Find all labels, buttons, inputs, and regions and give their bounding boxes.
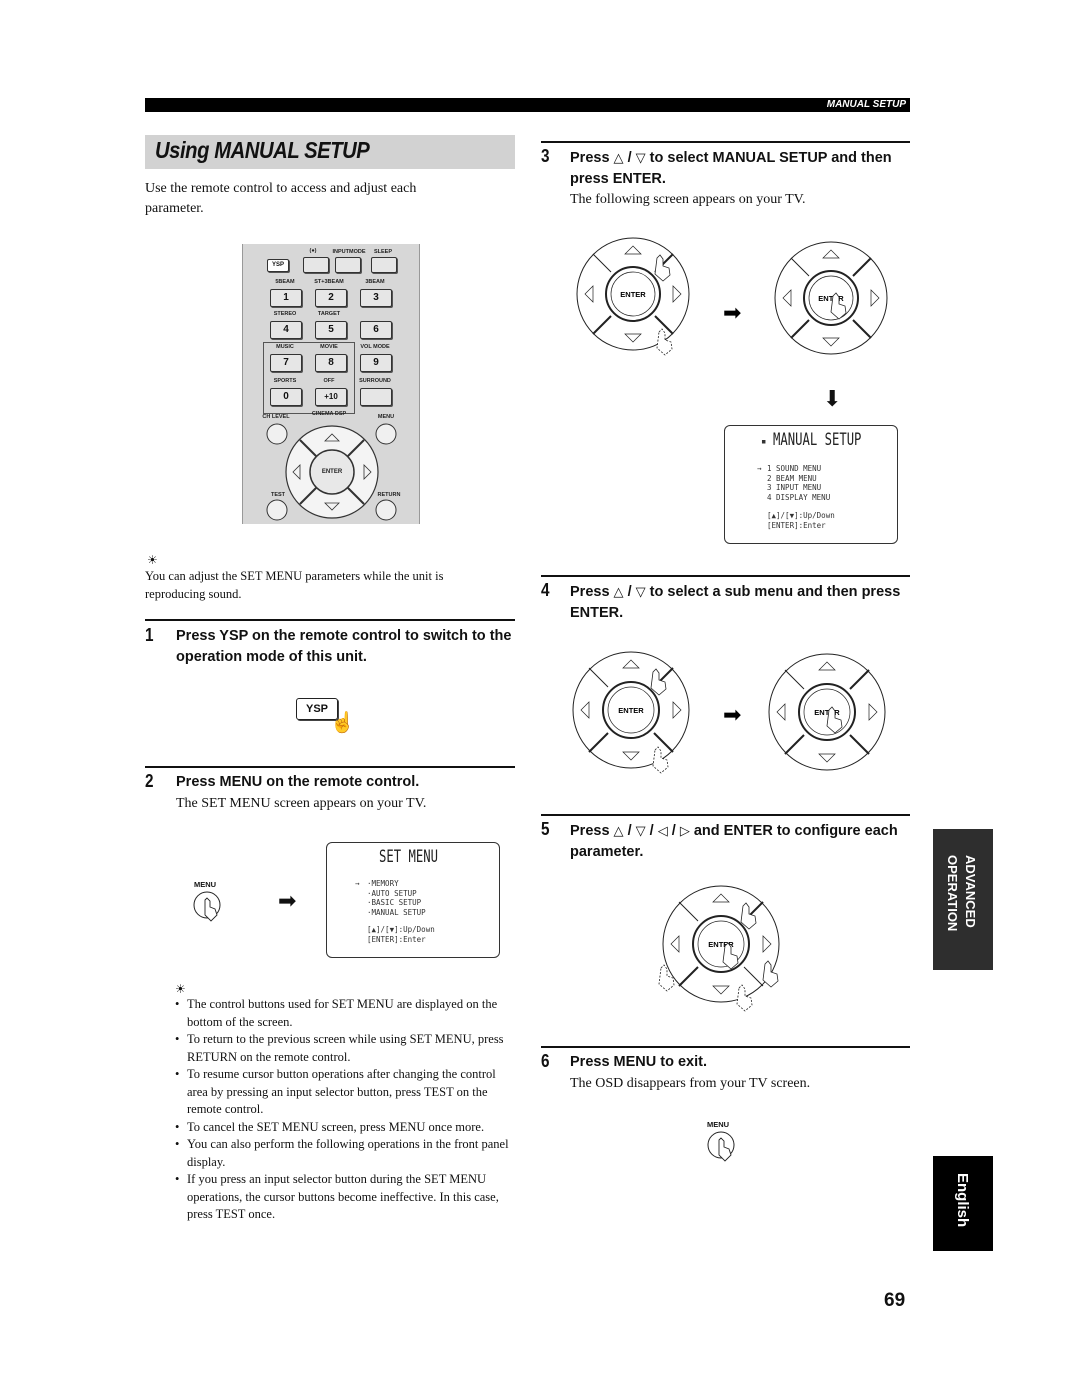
step6-rule <box>541 1046 910 1048</box>
step2-body: The SET MENU screen appears on your TV. <box>176 796 427 811</box>
set-menu-help: [▲]/[▼]:Up/Down <box>367 925 435 934</box>
page-number: 69 <box>884 1290 906 1311</box>
manual-setup-item: 2 BEAM MENU <box>767 473 817 483</box>
arrow-down-icon: ⬇ <box>823 386 842 411</box>
set-menu-osd-title: SET MENU <box>379 847 438 867</box>
step4-heading: Press △ / ▽ to select a sub menu and the… <box>570 581 910 624</box>
enter-label: ENTER <box>620 290 646 299</box>
step5-number: 5 <box>541 819 550 839</box>
step3-dpad-illustration: ENTER ➡ ENTER <box>576 237 888 356</box>
hand-pointer-icon <box>762 960 779 988</box>
side-tab-english[interactable]: English <box>933 1156 993 1251</box>
arrow-right-icon: ➡ <box>723 702 741 727</box>
manual-setup-help: [▲]/[▼]:Up/Down <box>767 511 835 520</box>
step3-heading: Press △ / ▽ to select MANUAL SETUP and t… <box>570 147 910 190</box>
svg-text:ENTER: ENTER <box>818 294 844 303</box>
hand-pointer-icon: ☝ <box>330 712 355 734</box>
tip-icon: ☀ <box>175 982 186 996</box>
set-menu-item: ·AUTO SETUP <box>367 888 417 898</box>
step3-number: 3 <box>541 146 550 166</box>
step6-body: The OSD disappears from your TV screen. <box>570 1076 811 1091</box>
heading-text: Press <box>570 150 610 166</box>
tip2-bullet: If you press an input selector button du… <box>175 1171 515 1224</box>
heading-text: Press <box>570 823 610 839</box>
step4-dpad-illustration: ENTER ➡ ENTER <box>572 651 886 774</box>
tip2-list: The control buttons used for SET MENU ar… <box>175 996 515 1224</box>
tip-icon: ☀ <box>147 553 158 567</box>
page-title: Using MANUAL SETUP <box>155 137 370 163</box>
down-triangle-icon: ▽ <box>635 823 646 838</box>
step3-rule <box>541 141 910 143</box>
side-tab-advanced-operation[interactable]: ADVANCED OPERATION <box>933 829 993 970</box>
set-menu-item: ·BASIC SETUP <box>367 898 422 907</box>
down-triangle-icon: ▽ <box>635 150 646 165</box>
chlevel-button[interactable] <box>266 423 288 445</box>
remote-dpad-graphic <box>266 423 397 521</box>
section-label: MANUAL SETUP <box>826 99 906 110</box>
up-triangle-icon: △ <box>613 584 624 599</box>
menu-button[interactable] <box>375 423 397 445</box>
manual-setup-item: 4 DISPLAY MENU <box>767 492 831 502</box>
tip2-bullet: The control buttons used for SET MENU ar… <box>175 996 515 1031</box>
osd-cursor-icon: → <box>355 879 360 888</box>
right-triangle-icon: ▷ <box>679 823 690 838</box>
tip2-bullet: To return to the previous screen while u… <box>175 1031 515 1066</box>
manual-setup-osd-screen: ▪ MANUAL SETUP → 1 SOUND MENU 2 BEAM MEN… <box>724 425 898 544</box>
step2-rule <box>145 766 515 768</box>
test-button[interactable] <box>266 499 288 521</box>
step6-number: 6 <box>541 1051 550 1071</box>
arrow-right-icon: ➡ <box>278 888 297 913</box>
separator: / <box>627 823 632 839</box>
section-header-bar: MANUAL SETUP <box>145 98 910 112</box>
manual-setup-item: 3 INPUT MENU <box>767 483 822 492</box>
side-tab-label: English <box>954 1173 971 1228</box>
set-menu-osd-screen: SET MENU → ·MEMORY ·AUTO SETUP ·BASIC SE… <box>326 842 500 958</box>
manual-setup-osd-title: MANUAL SETUP <box>773 430 862 450</box>
step2-number: 2 <box>145 771 154 791</box>
manual-setup-help: [ENTER]:Enter <box>767 520 826 530</box>
menu-button-press-illustration <box>193 891 221 922</box>
step2-heading: Press MENU on the remote control. <box>176 774 420 790</box>
arrow-right-icon: ➡ <box>723 300 741 325</box>
manual-setup-item: 1 SOUND MENU <box>767 464 822 473</box>
set-menu-help: [ENTER]:Enter <box>367 934 426 944</box>
side-tab-label: OPERATION <box>945 855 960 932</box>
separator: / <box>671 823 676 839</box>
tip1-text: You can adjust the SET MENU parameters w… <box>145 569 444 601</box>
up-triangle-icon: △ <box>613 150 624 165</box>
step4-number: 4 <box>541 580 550 600</box>
up-triangle-icon: △ <box>613 823 624 838</box>
down-triangle-icon: ▽ <box>635 584 646 599</box>
remote-control-illustration: (●) INPUTMODE SLEEP YSP 5BEAM ST+3BEAM 3… <box>242 244 420 524</box>
step4-rule <box>541 575 910 577</box>
step1-number: 1 <box>145 625 154 645</box>
svg-text:ENTER: ENTER <box>618 706 644 715</box>
set-menu-item: ·MANUAL SETUP <box>367 907 426 917</box>
osd-cursor-icon: → <box>757 464 762 473</box>
step5-heading: Press △ / ▽ / ◁ / ▷ and ENTER to configu… <box>570 820 915 863</box>
page-title-box: Using MANUAL SETUP <box>145 135 515 169</box>
tip2-bullet: To resume cursor button operations after… <box>175 1066 515 1119</box>
return-button[interactable] <box>375 499 397 521</box>
step5-dpad-illustration: ENTER <box>658 885 780 1012</box>
step1-heading: Press YSP on the remote control to switc… <box>176 628 512 665</box>
separator: / <box>627 584 632 600</box>
step3-body: The following screen appears on your TV. <box>570 192 806 207</box>
set-menu-item: ·MEMORY <box>367 879 399 888</box>
tip2-bullet: To cancel the SET MENU screen, press MEN… <box>175 1119 515 1137</box>
separator: / <box>627 150 632 166</box>
separator: / <box>649 823 654 839</box>
svg-text:ENTER: ENTER <box>814 708 840 717</box>
step6-heading: Press MENU to exit. <box>570 1054 707 1070</box>
intro-text: Use the remote control to access and adj… <box>145 181 417 216</box>
menu-button-press-illustration <box>707 1131 735 1162</box>
step1-rule <box>145 619 515 621</box>
side-tab-label: ADVANCED <box>963 855 978 928</box>
tip2-bullet: You can also perform the following opera… <box>175 1136 515 1171</box>
osd-bullet-icon: ▪ <box>761 437 767 447</box>
step5-rule <box>541 814 910 816</box>
left-triangle-icon: ◁ <box>657 823 668 838</box>
remote-enter-label: ENTER <box>321 469 343 475</box>
heading-text: Press <box>570 584 610 600</box>
